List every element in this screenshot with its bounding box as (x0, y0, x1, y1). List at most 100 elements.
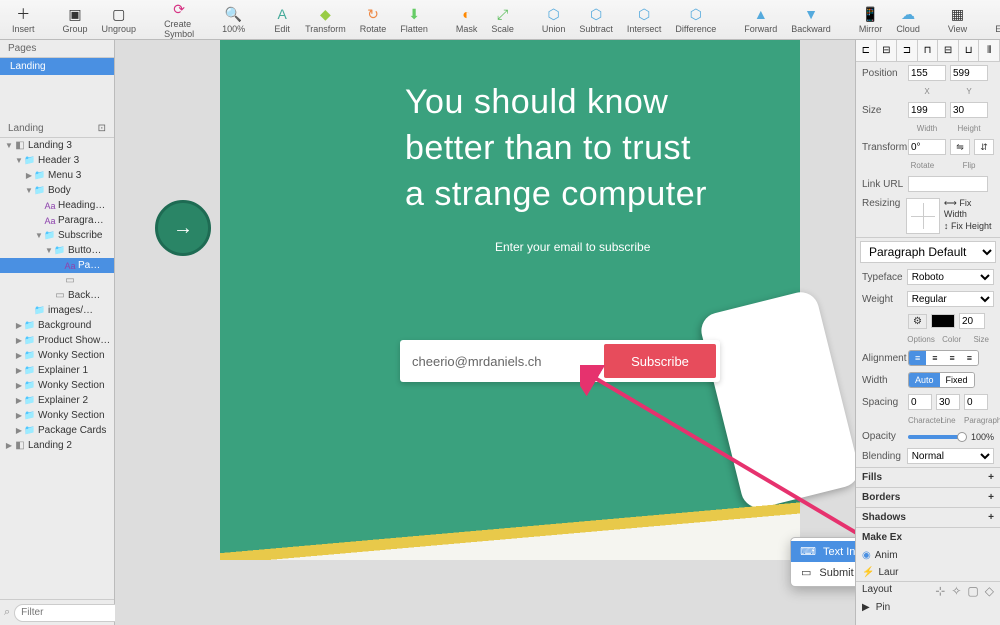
layer-row[interactable]: ▭ (0, 273, 114, 288)
add-shadow-icon[interactable]: + (988, 512, 994, 523)
mask-button[interactable]: ◐Mask (450, 3, 484, 36)
disclosure-icon[interactable]: ▶ (14, 426, 24, 435)
layer-row[interactable]: ▶Wonky Section (0, 348, 114, 363)
typeface-select[interactable]: Roboto (907, 269, 994, 285)
resizing-control[interactable] (906, 198, 940, 234)
artboard-nav-icon[interactable]: ⊡ (98, 123, 106, 134)
text-options-button[interactable]: ⚙ (908, 314, 927, 329)
blending-select[interactable]: Normal (907, 448, 994, 464)
launch-row[interactable]: ⚡ Laur (856, 564, 1000, 581)
ctx-submit-button[interactable]: ▭Submit Button (791, 562, 855, 583)
text-style-select[interactable]: Paragraph Default (860, 241, 996, 263)
distribute-button[interactable]: ⫴ (979, 40, 1000, 61)
para-spacing-input[interactable] (964, 394, 988, 410)
canvas[interactable]: → You should know better than to trust a… (115, 40, 855, 625)
align-hcenter-button[interactable]: ⊟ (877, 40, 898, 61)
subtract-button[interactable]: ⬡Subtract (573, 3, 619, 36)
subscribe-form[interactable]: Subscribe (400, 340, 720, 382)
backward-button[interactable]: ▼Backward (785, 3, 837, 36)
rotate-button[interactable]: ↻Rotate (354, 3, 393, 36)
layer-row[interactable]: ▶◧Landing 2 (0, 438, 114, 453)
disclosure-icon[interactable]: ▶ (4, 441, 14, 450)
layer-row[interactable]: ▶Package Cards (0, 423, 114, 438)
add-fill-icon[interactable]: + (988, 472, 994, 483)
fills-header[interactable]: Fills+ (856, 467, 1000, 487)
disclosure-icon[interactable]: ▶ (14, 336, 24, 345)
width-auto[interactable]: Auto (909, 373, 940, 387)
disclosure-icon[interactable]: ▼ (4, 141, 14, 150)
align-text-left[interactable]: ≡ (909, 351, 926, 365)
borders-header[interactable]: Borders+ (856, 487, 1000, 507)
layer-row[interactable]: ▼Header 3 (0, 153, 114, 168)
layer-row[interactable]: ▶Background (0, 318, 114, 333)
group-button[interactable]: ▣Group (57, 3, 94, 36)
pin-tool-icon[interactable]: ⊹ (935, 584, 945, 598)
page-item[interactable]: Landing (0, 58, 114, 75)
layer-row[interactable]: ▶Explainer 1 (0, 363, 114, 378)
align-top-button[interactable]: ⊓ (918, 40, 939, 61)
align-text-center[interactable]: ≡ (926, 351, 943, 365)
layer-row[interactable]: AaHeading… (0, 198, 114, 213)
ungroup-button[interactable]: ▢Ungroup (96, 3, 143, 36)
disclosure-icon[interactable]: ▶ (24, 171, 34, 180)
insert-button[interactable]: ＋Insert (6, 3, 41, 36)
disclosure-icon[interactable]: ▼ (34, 231, 44, 240)
disclosure-icon[interactable]: ▶ (14, 396, 24, 405)
headline-text[interactable]: You should know better than to trust a s… (405, 80, 707, 218)
shadows-header[interactable]: Shadows+ (856, 507, 1000, 527)
scale-button[interactable]: ⤢Scale (485, 3, 520, 36)
intersect-button[interactable]: ⬡Intersect (621, 3, 668, 36)
opacity-slider[interactable] (908, 435, 963, 439)
layer-row[interactable]: ▶Wonky Section (0, 408, 114, 423)
layer-row[interactable]: ▼Body (0, 183, 114, 198)
line-spacing-input[interactable] (936, 394, 960, 410)
add-border-icon[interactable]: + (988, 492, 994, 503)
disclosure-icon[interactable]: ▶ (14, 351, 24, 360)
make-exportable-header[interactable]: Make Ex (856, 527, 1000, 547)
difference-button[interactable]: ⬡Difference (669, 3, 722, 36)
ctx-text-input[interactable]: ⌨Text Input (791, 541, 855, 562)
flatten-button[interactable]: ⬇Flatten (394, 3, 434, 36)
layer-row[interactable]: images/… (0, 303, 114, 318)
disclosure-icon[interactable]: ▼ (44, 246, 54, 255)
anim-row[interactable]: ◉ Anim (856, 547, 1000, 564)
layer-row[interactable]: ▼Butto… (0, 243, 114, 258)
layer-row[interactable]: ▭Back… (0, 288, 114, 303)
mirror-button[interactable]: 📱Mirror (853, 3, 889, 36)
align-text-right[interactable]: ≡ (944, 351, 961, 365)
layer-row[interactable]: ▼◧Landing 3 (0, 138, 114, 153)
layer-row[interactable]: ▶Menu 3 (0, 168, 114, 183)
arrow-circle-button[interactable]: → (155, 200, 211, 256)
width-fixed[interactable]: Fixed (940, 373, 974, 387)
create-symbol-button[interactable]: ⟳Create Symbol (158, 0, 200, 41)
cloud-button[interactable]: ☁Cloud (890, 3, 926, 36)
subscribe-button[interactable]: Subscribe (604, 344, 716, 378)
union-button[interactable]: ⬡Union (536, 3, 572, 36)
forward-button[interactable]: ▲Forward (738, 3, 783, 36)
y-input[interactable] (950, 65, 988, 81)
disclosure-icon[interactable]: ▼ (14, 156, 24, 165)
flip-h-button[interactable]: ⇋ (950, 139, 970, 155)
email-input[interactable] (404, 354, 604, 369)
edit-button[interactable]: AEdit (267, 3, 297, 36)
transform-button[interactable]: ◆Transform (299, 3, 352, 36)
fix-width-toggle[interactable]: ⟷ Fix Width (944, 198, 994, 219)
char-spacing-input[interactable] (908, 394, 932, 410)
font-size-input[interactable] (959, 313, 985, 329)
layers-header[interactable]: Landing⊡ (0, 120, 114, 138)
disclosure-icon[interactable]: ▶ (14, 366, 24, 375)
align-vcenter-button[interactable]: ⊟ (938, 40, 959, 61)
export-button[interactable]: ⬆Export (989, 3, 1000, 36)
subhead-text[interactable]: Enter your email to subscribe (495, 240, 650, 254)
fix-height-toggle[interactable]: ↕ Fix Height (944, 221, 994, 231)
layer-row[interactable]: AaParagra… (0, 213, 114, 228)
layer-row[interactable]: ▶Explainer 2 (0, 393, 114, 408)
pin-disclosure[interactable]: ▶ (862, 602, 870, 613)
align-right-button[interactable]: ⊐ (897, 40, 918, 61)
pin-tool2-icon[interactable]: ✧ (951, 584, 961, 598)
pin-tool3-icon[interactable]: ▢ (967, 584, 978, 598)
align-left-button[interactable]: ⊏ (856, 40, 877, 61)
text-color-swatch[interactable] (931, 314, 955, 328)
disclosure-icon[interactable]: ▶ (14, 381, 24, 390)
align-bottom-button[interactable]: ⊔ (959, 40, 980, 61)
